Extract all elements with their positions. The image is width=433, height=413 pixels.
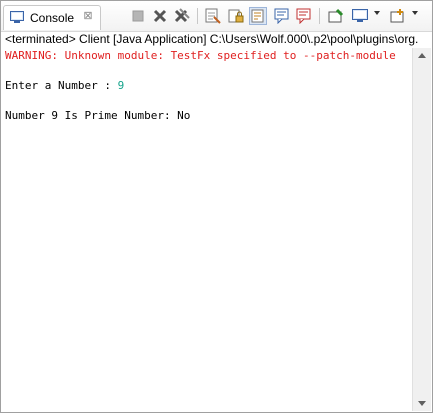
- scroll-down-arrow-icon[interactable]: [418, 401, 426, 406]
- toolbar-separator: [197, 8, 198, 24]
- pin-console-icon[interactable]: [327, 7, 345, 25]
- scroll-up-arrow-icon[interactable]: [418, 53, 426, 58]
- warning-message: WARNING: Unknown module: TestFx specifie…: [5, 49, 396, 62]
- chevron-down-icon[interactable]: [374, 11, 380, 15]
- launch-status-line: <terminated> Client [Java Application] C…: [5, 32, 419, 46]
- console-icon: [10, 11, 24, 23]
- remove-all-terminated-icon[interactable]: [173, 7, 191, 25]
- console-output[interactable]: WARNING: Unknown module: TestFx specifie…: [5, 48, 409, 408]
- console-view: Console ⊠ <terminated> Client [Java Appl…: [0, 0, 433, 413]
- chevron-down-icon[interactable]: [412, 11, 418, 15]
- scroll-lock-icon[interactable]: [227, 7, 245, 25]
- show-console-on-stdout-icon[interactable]: [273, 7, 291, 25]
- input-prompt: Enter a Number :: [5, 79, 118, 92]
- close-icon[interactable]: ⊠: [82, 10, 94, 22]
- tab-label: Console: [30, 11, 75, 25]
- terminate-icon[interactable]: [129, 7, 147, 25]
- view-toolbar: Console ⊠: [1, 1, 432, 32]
- remove-launch-icon[interactable]: [151, 7, 169, 25]
- user-input-value: 9: [117, 79, 125, 92]
- clear-console-icon[interactable]: [204, 7, 222, 25]
- toolbar-separator: [319, 8, 320, 24]
- show-console-on-stderr-icon[interactable]: [295, 7, 313, 25]
- display-selected-console-icon[interactable]: [351, 7, 369, 25]
- open-console-icon[interactable]: [389, 7, 407, 25]
- tab-console[interactable]: Console ⊠: [3, 5, 101, 30]
- result-line: Number 9 Is Prime Number: No: [5, 109, 191, 122]
- vertical-scrollbar[interactable]: [412, 48, 431, 411]
- word-wrap-icon[interactable]: [249, 7, 267, 25]
